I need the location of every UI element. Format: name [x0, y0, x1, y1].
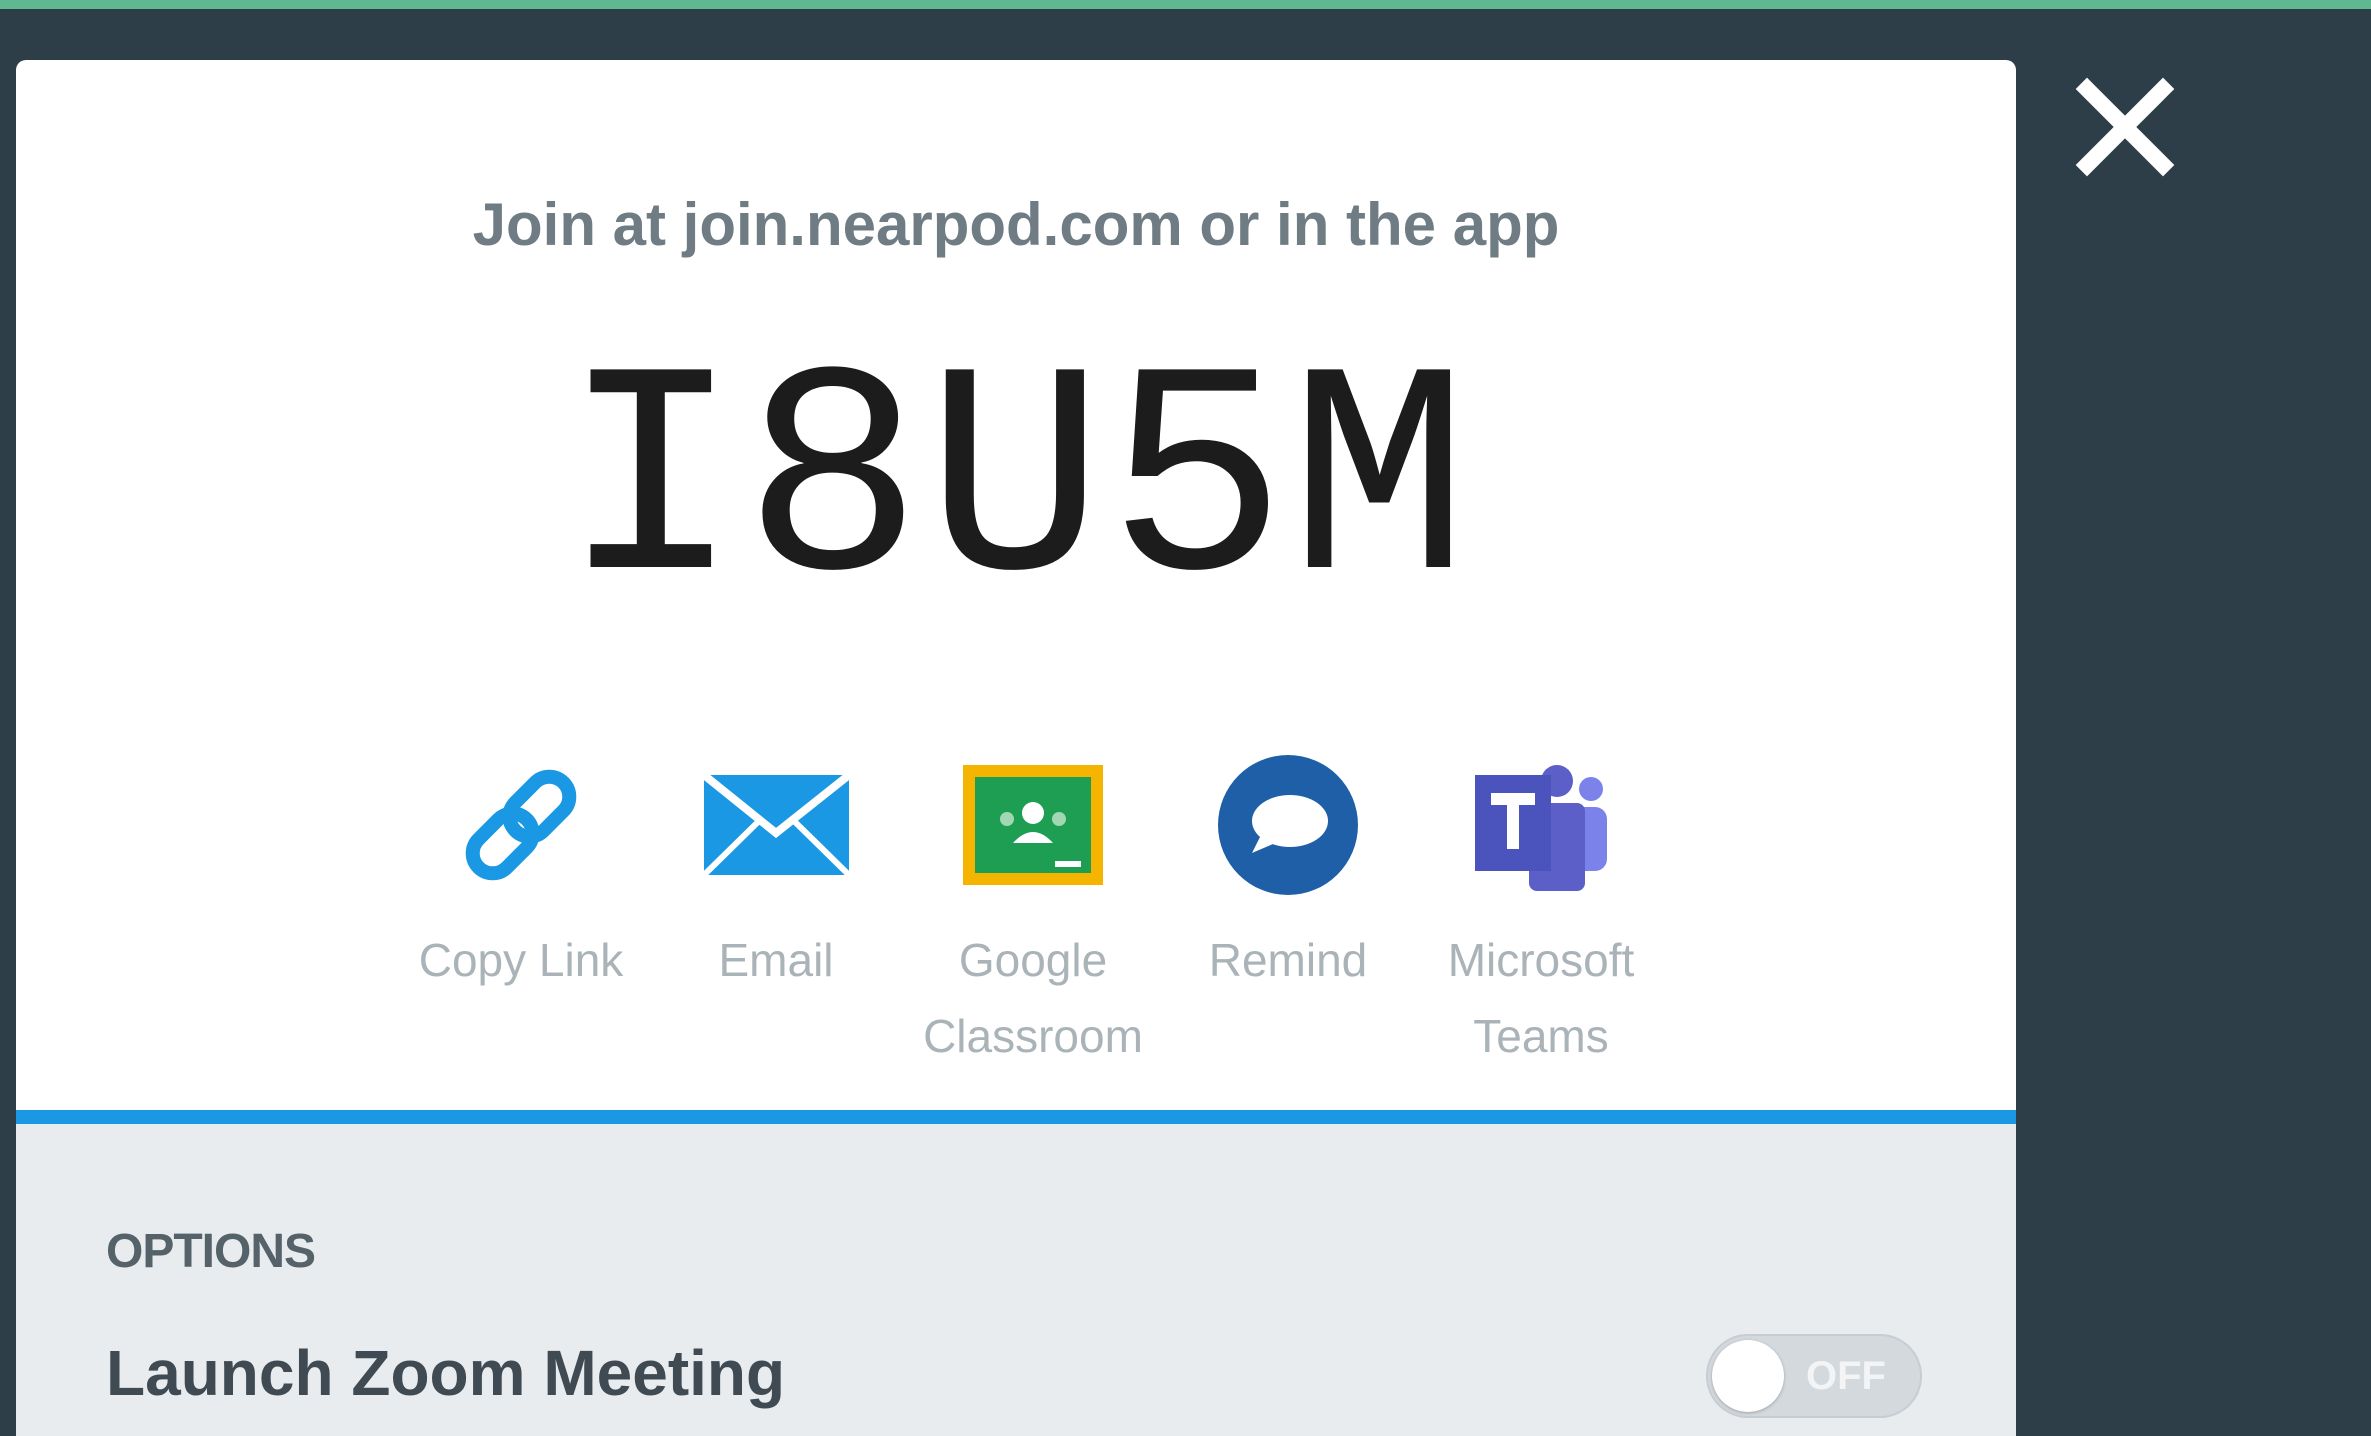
options-heading: OPTIONS [106, 1225, 316, 1278]
close-icon [2075, 77, 2175, 177]
toggle-knob [1712, 1340, 1784, 1412]
join-instructions: Join at join.nearpod.com or in the app [472, 191, 1560, 258]
remind-label: Remind [1208, 934, 1368, 986]
link-icon [465, 769, 577, 881]
join-code: I8U5M [560, 318, 1472, 658]
copy-link-button[interactable]: Copy Link [396, 750, 646, 998]
google-classroom-button[interactable]: Google Classroom [908, 750, 1158, 1074]
email-label: Email [718, 934, 834, 986]
launch-zoom-label: Launch Zoom Meeting [106, 1337, 786, 1409]
toggle-state-text: OFF [1806, 1354, 1886, 1398]
copy-link-label: Copy Link [418, 934, 624, 986]
top-accent-strip [0, 0, 2371, 9]
google-classroom-icon [963, 765, 1103, 885]
share-modal: Join at join.nearpod.com or in the app I… [16, 60, 2016, 1436]
accent-divider [16, 1110, 2016, 1124]
remind-button[interactable]: Remind [1163, 750, 1413, 998]
google-classroom-label: Google Classroom [923, 934, 1143, 1062]
microsoft-teams-icon [1475, 765, 1607, 891]
microsoft-teams-button[interactable]: Microsoft Teams [1416, 750, 1666, 1074]
envelope-icon [703, 775, 849, 875]
close-button[interactable] [2060, 62, 2190, 192]
microsoft-teams-label: Microsoft Teams [1447, 934, 1635, 1062]
options-panel: OPTIONS Launch Zoom Meeting OFF [16, 1124, 2016, 1436]
launch-zoom-toggle[interactable]: OFF [1706, 1334, 1922, 1418]
email-button[interactable]: Email [651, 750, 901, 998]
share-options-row: Copy Link Email Google Classroom Remind … [396, 750, 1676, 1080]
remind-icon [1218, 755, 1358, 895]
